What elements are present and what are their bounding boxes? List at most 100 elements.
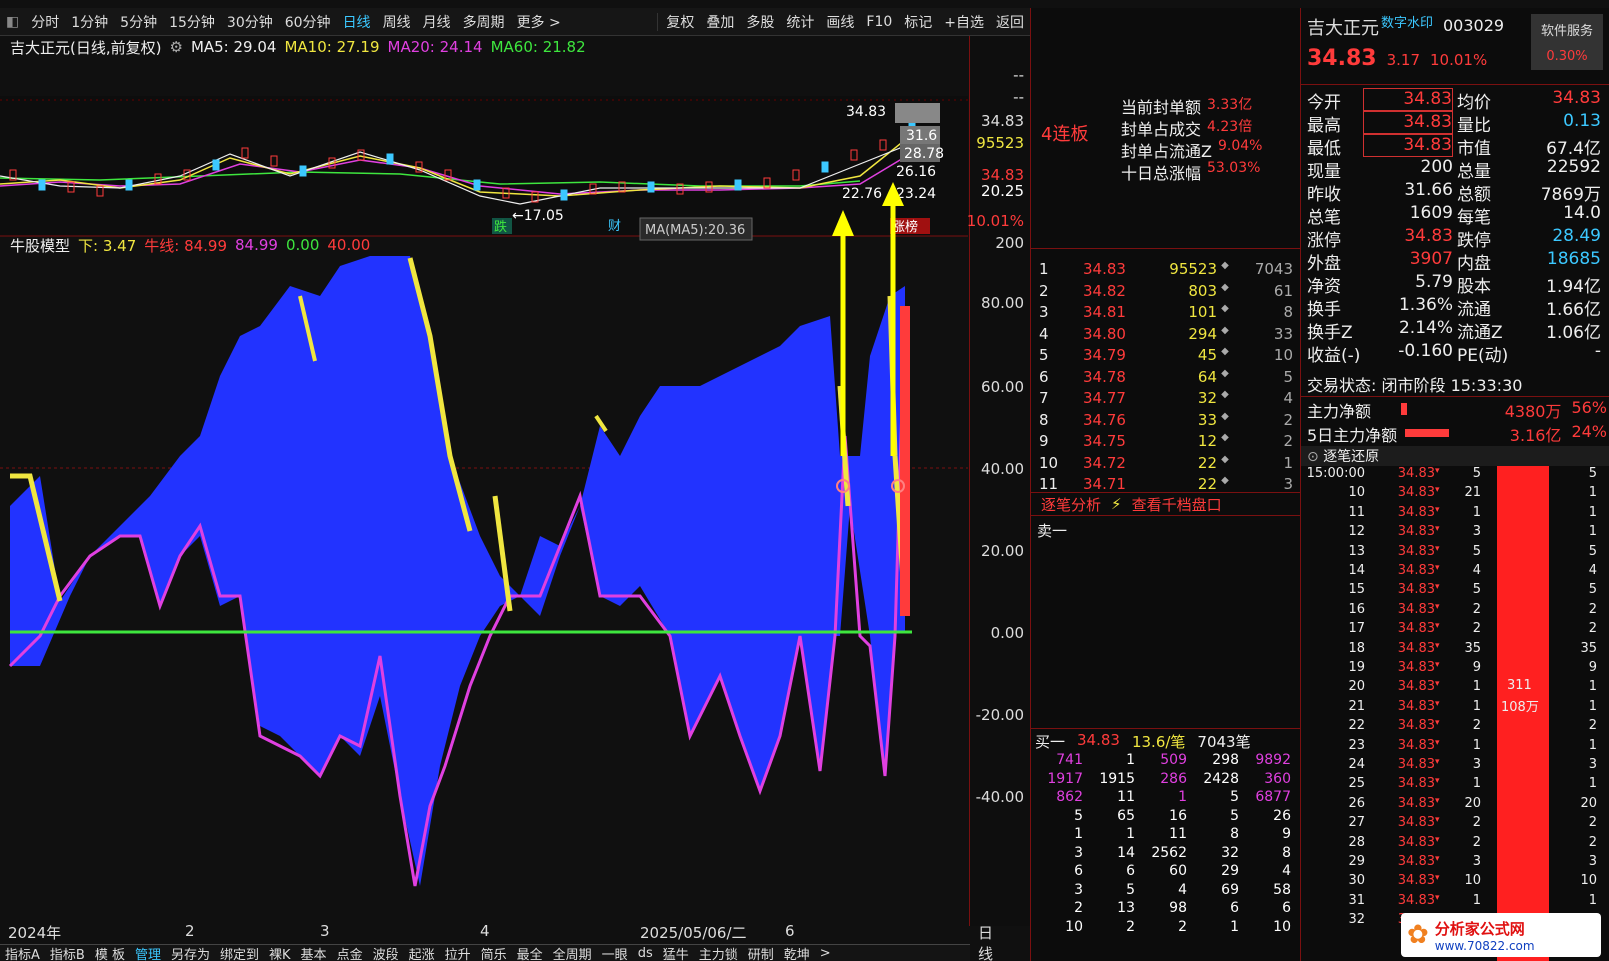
- tick-arrow-icon: ▾: [1435, 718, 1440, 729]
- action-3[interactable]: 统计: [780, 12, 820, 32]
- indicator-tab-8[interactable]: 点金: [332, 944, 368, 961]
- depth-link[interactable]: 查看千档盘口: [1132, 494, 1222, 515]
- period-tab-5[interactable]: 60分钟: [279, 12, 337, 32]
- tick-volume: 10: [1464, 873, 1481, 889]
- order-volume: 45: [1197, 346, 1217, 364]
- indicator-tab-3[interactable]: 管理: [130, 944, 166, 961]
- indicator-tab-14[interactable]: 全周期: [548, 944, 597, 961]
- indicator-tab-10[interactable]: 起涨: [404, 944, 440, 961]
- action-6[interactable]: 标记: [898, 12, 938, 32]
- service-label: 软件服务: [1540, 24, 1593, 39]
- order-row: 1 34.83 95523 ◆ 7043: [1039, 260, 1299, 282]
- period-tab-4[interactable]: 30分钟: [221, 12, 279, 32]
- candle: [560, 189, 568, 201]
- settings-icon[interactable]: ⚙: [169, 38, 182, 56]
- tick-price: 34.83: [1397, 892, 1435, 908]
- period-tab-7[interactable]: 周线: [377, 12, 417, 32]
- period-tab-2[interactable]: 5分钟: [114, 12, 163, 32]
- order-price: 34.83: [1083, 260, 1126, 278]
- indicator-tab-6[interactable]: 裸K: [264, 944, 296, 961]
- indicator-tab-15[interactable]: 一眼: [597, 944, 633, 961]
- grid-cell: 10: [1065, 918, 1083, 935]
- stat-value: 1609: [1409, 203, 1453, 223]
- tick-row: 12 34.83 ▾ 3 1: [1301, 524, 1601, 544]
- action-1[interactable]: 叠加: [700, 12, 740, 32]
- price-tag-4: 23.24: [896, 186, 936, 202]
- indicator-down-value: 下: 3.47: [78, 236, 137, 255]
- service-box[interactable]: 软件服务 0.30%: [1531, 14, 1603, 70]
- order-price: 34.82: [1083, 281, 1126, 300]
- action-7[interactable]: +自选: [938, 12, 990, 32]
- stat-key2: 股本: [1457, 277, 1491, 297]
- period-tab-1[interactable]: 1分钟: [65, 12, 114, 32]
- tick-arrow-icon: ▾: [1435, 737, 1440, 748]
- collapse-icon[interactable]: ⊙: [1307, 449, 1319, 465]
- tick-arrow-icon: ▾: [1435, 854, 1440, 864]
- indicator-tab-4[interactable]: 另存为: [166, 944, 215, 961]
- tick-price: 34.83: [1397, 757, 1435, 772]
- order-diamond-icon: ◆: [1221, 367, 1229, 379]
- axis-indicator-label: -40.00: [975, 788, 1024, 806]
- tick-volume: 2: [1472, 718, 1481, 734]
- order-price: 34.76: [1083, 410, 1126, 429]
- tick-time: 29: [1348, 854, 1365, 869]
- indicator-tab-2[interactable]: 模 板: [90, 944, 130, 961]
- indicator-tab-19[interactable]: 研制: [743, 944, 779, 961]
- tick-analysis-link[interactable]: 逐笔分析: [1041, 494, 1101, 515]
- period-tab-10[interactable]: 更多 >: [511, 12, 567, 32]
- indicator-tab-11[interactable]: 拉升: [440, 944, 476, 961]
- tick-row: 15 34.83 ▾ 5 5: [1301, 582, 1601, 602]
- indicator-tab-9[interactable]: 波段: [368, 944, 404, 961]
- period-tab-6[interactable]: 日线: [337, 12, 377, 32]
- period-tab-8[interactable]: 月线: [417, 12, 457, 32]
- indicator-tab-12[interactable]: 简乐: [476, 944, 512, 961]
- tick-time: 24: [1348, 757, 1365, 772]
- action-8[interactable]: 返回: [990, 12, 1030, 32]
- seal-key: 封单占成交: [1121, 120, 1202, 139]
- indicator-tab-20[interactable]: 乾坤: [779, 944, 815, 961]
- stat-row: 收益(-) -0.160 PE(动) -: [1307, 341, 1605, 366]
- zhuli5-label: 5日主力净额: [1307, 426, 1398, 445]
- tick-arrow-icon: ▾: [1435, 757, 1440, 767]
- indicator-tab-16[interactable]: ds: [633, 946, 658, 961]
- order-price: 34.81: [1083, 303, 1126, 321]
- tick-count: 5: [1588, 543, 1597, 559]
- seal-value: 4.23倍: [1207, 119, 1253, 135]
- tick-volume: 9: [1472, 660, 1481, 675]
- candle: [38, 179, 46, 191]
- stat-key: 收益(-): [1307, 346, 1361, 366]
- stat-value: 31.66: [1404, 180, 1453, 200]
- indicator-tab-17[interactable]: 猛牛: [658, 944, 694, 961]
- action-5[interactable]: F10: [860, 14, 898, 30]
- chart-area[interactable]: 34.83 31.6 28.78 26.16 23.24 22.76 ←17.0…: [0, 36, 970, 926]
- indicator-tab-1[interactable]: 指标B: [45, 944, 90, 961]
- site-url: www.70822.com: [1434, 938, 1535, 953]
- order-price: 34.75: [1083, 432, 1126, 450]
- indicator-tab-5[interactable]: 绑定到: [215, 944, 264, 961]
- action-2[interactable]: 多股: [740, 12, 780, 32]
- order-price: 34.79: [1083, 346, 1126, 364]
- tick-volume: 1: [1472, 776, 1481, 792]
- tick-price: 34.83: [1397, 563, 1435, 578]
- kline-chart[interactable]: 34.83 31.6 28.78 26.16 23.24 22.76 ←17.0…: [0, 36, 968, 926]
- period-tab-9[interactable]: 多周期: [457, 12, 511, 32]
- window-icon[interactable]: ◧: [0, 14, 25, 30]
- indicator-tab-18[interactable]: 主力锁: [694, 944, 743, 961]
- action-0[interactable]: 复权: [660, 12, 700, 32]
- indicator-title[interactable]: 牛股模型: [10, 235, 70, 256]
- indicator-tab-7[interactable]: 基本: [296, 944, 332, 961]
- high-price-label: 34.83: [846, 104, 886, 120]
- tick-price: 34.83: [1397, 873, 1435, 889]
- price-pct: 10.01%: [1430, 51, 1488, 69]
- indicator-tab-21[interactable]: >: [815, 946, 836, 961]
- tick-row: 23 34.83 ▾ 1 1: [1301, 738, 1601, 758]
- tick-volume: 5: [1472, 466, 1481, 481]
- axis-indicator-label: 0.00: [990, 624, 1024, 642]
- action-4[interactable]: 画线: [820, 12, 860, 32]
- indicator-tab-0[interactable]: 指标A: [0, 944, 45, 961]
- tick-volume: 20: [1464, 795, 1481, 811]
- period-tab-0[interactable]: 分时: [25, 12, 65, 32]
- period-tab-3[interactable]: 15分钟: [163, 12, 221, 32]
- order-level: 1: [1039, 260, 1049, 278]
- indicator-tab-13[interactable]: 最全: [512, 944, 548, 961]
